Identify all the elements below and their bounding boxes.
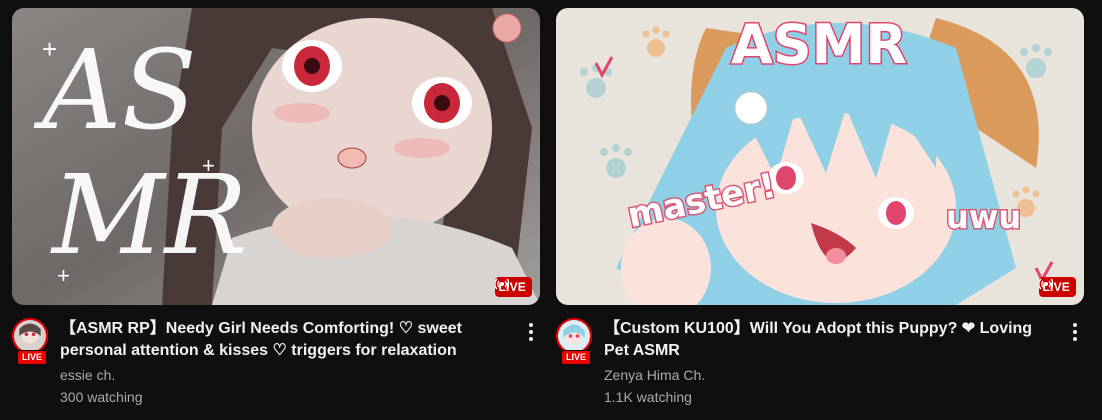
svg-text:AS: AS (33, 26, 197, 154)
live-broadcast-icon (494, 278, 509, 290)
video-thumbnail[interactable]: AS MR + + + LIVE (12, 8, 540, 305)
channel-name[interactable]: Zenya Hima Ch. (604, 365, 705, 385)
live-badge: LIVE (1038, 277, 1076, 297)
live-badge: LIVE (494, 277, 532, 297)
thumbnail-artwork: ASMR master! uwu (556, 8, 1084, 305)
avatar-live-badge: LIVE (561, 350, 592, 365)
video-meta: LIVE 【ASMR RP】Needy Girl Needs Comfortin… (12, 314, 540, 412)
more-vert-icon[interactable] (1066, 320, 1084, 344)
more-vert-icon[interactable] (522, 320, 540, 344)
video-title[interactable]: 【Custom KU100】Will You Adopt this Puppy?… (604, 318, 1052, 362)
avatar-image (558, 320, 590, 352)
svg-text:+: + (57, 263, 70, 288)
channel-avatar[interactable] (12, 318, 48, 354)
channel-name[interactable]: essie ch. (60, 365, 115, 385)
svg-text:+: + (42, 34, 57, 64)
live-broadcast-icon (1038, 278, 1053, 290)
viewer-count: 300 watching (60, 389, 143, 405)
video-card-1[interactable]: AS MR + + + LIVE LIVE 【ASMR RP】Needy Gir… (12, 8, 540, 412)
video-card-2[interactable]: ASMR master! uwu LIVE LIVE 【Custom KU100… (556, 8, 1084, 412)
video-title[interactable]: 【ASMR RP】Needy Girl Needs Comforting! ♡ … (60, 318, 508, 362)
video-thumbnail[interactable]: ASMR master! uwu LIVE (556, 8, 1084, 305)
avatar-image (14, 320, 46, 352)
viewer-count: 1.1K watching (604, 389, 692, 405)
svg-text:ASMR: ASMR (731, 13, 907, 76)
thumbnail-artwork: AS MR + + + (12, 8, 540, 305)
video-meta: LIVE 【Custom KU100】Will You Adopt this P… (556, 314, 1084, 412)
avatar-live-badge: LIVE (17, 350, 48, 365)
svg-text:+: + (202, 153, 215, 178)
channel-avatar[interactable] (556, 318, 592, 354)
svg-text:MR: MR (50, 151, 247, 279)
svg-text:uwu: uwu (946, 198, 1021, 236)
